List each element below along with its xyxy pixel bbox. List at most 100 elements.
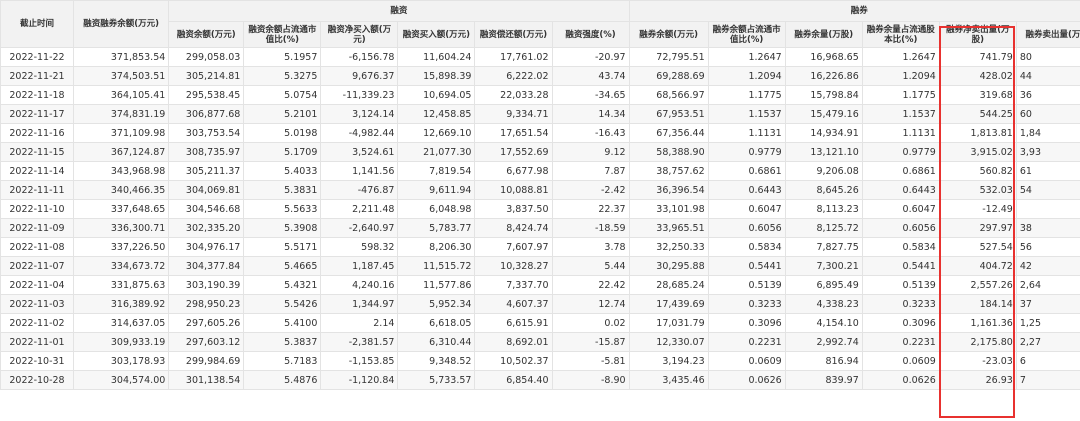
column-header-financing-repay[interactable]: 融资偿还额(万元) <box>474 21 553 48</box>
cell-financing-repay: 17,761.02 <box>474 47 553 67</box>
cell-financing-float-ratio: 5.3908 <box>243 218 322 238</box>
cell-financing-buy: 6,310.44 <box>397 332 476 352</box>
cell-financing-buy: 12,669.10 <box>397 123 476 143</box>
column-header-securities-balance[interactable]: 融券余额(万元) <box>628 21 709 48</box>
cell-financing-balance: 303,753.54 <box>168 123 245 143</box>
cell-securities-sell: 1,25 <box>1015 313 1080 333</box>
table-row[interactable]: 2022-11-15 367,124.87 308,735.97 5.1709 3,52… <box>0 142 1080 162</box>
column-header-financing-strength[interactable]: 融资强度(%) <box>551 21 630 48</box>
cell-securities-net-sell: 544.25 <box>938 104 1017 124</box>
cell-date: 2022-11-17 <box>0 104 74 124</box>
column-header-financing-float-ratio[interactable]: 融资余额占流通市值比(%) <box>243 21 322 48</box>
table-row[interactable]: 2022-11-01 309,933.19 297,603.12 5.3837 -2,3… <box>0 332 1080 352</box>
group-header-securities-lending: 融券 <box>628 0 1080 22</box>
cell-financing-strength: -20.97 <box>551 47 630 67</box>
cell-financing-strength: -16.43 <box>551 123 630 143</box>
cell-securities-quantity: 16,968.65 <box>784 47 863 67</box>
cell-securities-quantity: 8,113.23 <box>784 199 863 219</box>
cell-financing-net-buy: 2,211.48 <box>320 199 399 219</box>
cell-securities-balance: 36,396.54 <box>628 180 709 200</box>
cell-securities-balance: 67,356.44 <box>628 123 709 143</box>
cell-financing-repay: 10,502.37 <box>474 351 553 371</box>
table-row[interactable]: 2022-11-04 331,875.63 303,190.39 5.4321 4,24… <box>0 275 1080 295</box>
cell-securities-share-ratio: 0.2231 <box>861 332 940 352</box>
cell-financing-repay: 3,837.50 <box>474 199 553 219</box>
table-row[interactable]: 2022-10-31 303,178.93 299,984.69 5.7183 -1,1… <box>0 351 1080 371</box>
cell-total-balance: 316,389.92 <box>72 294 170 314</box>
cell-financing-strength: -15.87 <box>551 332 630 352</box>
table-row[interactable]: 2022-11-09 336,300.71 302,335.20 5.3908 -2,6… <box>0 218 1080 238</box>
column-header-total-balance[interactable]: 融资融券余额(万元) <box>72 0 170 48</box>
column-header-securities-float-ratio[interactable]: 融券余额占流通市值比(%) <box>707 21 786 48</box>
table-row[interactable]: 2022-11-17 374,831.19 306,877.68 5.2101 3,12… <box>0 104 1080 124</box>
table-row[interactable]: 2022-11-10 337,648.65 304,546.68 5.5633 2,21… <box>0 199 1080 219</box>
cell-financing-net-buy: -6,156.78 <box>320 47 399 67</box>
cell-securities-float-ratio: 1.1775 <box>707 85 786 105</box>
cell-financing-buy: 11,515.72 <box>397 256 476 276</box>
column-header-securities-quantity[interactable]: 融券余量(万股) <box>784 21 863 48</box>
column-header-securities-share-ratio[interactable]: 融券余量占流通股本比(%) <box>861 21 940 48</box>
cell-financing-balance: 304,976.17 <box>168 237 245 257</box>
column-header-financing-balance[interactable]: 融资余额(万元) <box>168 21 245 48</box>
cell-financing-strength: 0.02 <box>551 313 630 333</box>
cell-financing-net-buy: 2.14 <box>320 313 399 333</box>
cell-securities-quantity: 6,895.49 <box>784 275 863 295</box>
cell-securities-share-ratio: 0.0626 <box>861 370 940 390</box>
cell-date: 2022-11-22 <box>0 47 74 67</box>
table-row[interactable]: 2022-10-28 304,574.00 301,138.54 5.4876 -1,1… <box>0 370 1080 390</box>
cell-securities-sell: 42 <box>1015 256 1080 276</box>
cell-securities-balance: 33,965.51 <box>628 218 709 238</box>
cell-date: 2022-11-07 <box>0 256 74 276</box>
cell-securities-float-ratio: 0.2231 <box>707 332 786 352</box>
cell-securities-sell: 2,27 <box>1015 332 1080 352</box>
table-row[interactable]: 2022-11-22 371,853.54 299,058.03 5.1957 -6,1… <box>0 47 1080 67</box>
column-header-securities-net-sell[interactable]: 融券净卖出量(万股) <box>938 21 1017 48</box>
cell-financing-float-ratio: 5.5633 <box>243 199 322 219</box>
cell-financing-float-ratio: 5.4321 <box>243 275 322 295</box>
cell-securities-sell: 56 <box>1015 237 1080 257</box>
table-row[interactable]: 2022-11-11 340,466.35 304,069.81 5.3831 -476… <box>0 180 1080 200</box>
table-row[interactable]: 2022-11-07 334,673.72 304,377.84 5.4665 1,18… <box>0 256 1080 276</box>
column-header-securities-sell[interactable]: 融券卖出量(万 <box>1015 21 1080 48</box>
cell-financing-float-ratio: 5.4876 <box>243 370 322 390</box>
table-row[interactable]: 2022-11-08 337,226.50 304,976.17 5.5171 598.… <box>0 237 1080 257</box>
cell-securities-balance: 72,795.51 <box>628 47 709 67</box>
cell-securities-balance: 58,388.90 <box>628 142 709 162</box>
column-header-financing-buy[interactable]: 融资买入额(万元) <box>397 21 476 48</box>
cell-securities-share-ratio: 0.3233 <box>861 294 940 314</box>
cell-financing-strength: 14.34 <box>551 104 630 124</box>
cell-financing-repay: 7,607.97 <box>474 237 553 257</box>
cell-securities-float-ratio: 1.2094 <box>707 66 786 86</box>
cell-securities-quantity: 15,479.16 <box>784 104 863 124</box>
cell-securities-sell: 61 <box>1015 161 1080 181</box>
table-body: 2022-11-22 371,853.54 299,058.03 5.1957 -6,1… <box>0 47 1080 390</box>
cell-total-balance: 331,875.63 <box>72 275 170 295</box>
table-row[interactable]: 2022-11-21 374,503.51 305,214.81 5.3275 9,67… <box>0 66 1080 86</box>
margin-trading-table: 截止时间 融资融券余额(万元) 融资 融券 融资余额(万元) 融资余额占流通市值… <box>0 0 1080 390</box>
cell-financing-float-ratio: 5.7183 <box>243 351 322 371</box>
cell-securities-balance: 28,685.24 <box>628 275 709 295</box>
table-row[interactable]: 2022-11-18 364,105.41 295,538.45 5.0754 -11,… <box>0 85 1080 105</box>
cell-total-balance: 374,831.19 <box>72 104 170 124</box>
cell-securities-share-ratio: 0.9779 <box>861 142 940 162</box>
cell-financing-strength: -2.42 <box>551 180 630 200</box>
cell-total-balance: 309,933.19 <box>72 332 170 352</box>
cell-financing-balance: 301,138.54 <box>168 370 245 390</box>
table-row[interactable]: 2022-11-16 371,109.98 303,753.54 5.0198 -4,9… <box>0 123 1080 143</box>
cell-securities-balance: 3,194.23 <box>628 351 709 371</box>
cell-securities-quantity: 9,206.08 <box>784 161 863 181</box>
cell-financing-net-buy: -4,982.44 <box>320 123 399 143</box>
table-row[interactable]: 2022-11-14 343,968.98 305,211.37 5.4033 1,14… <box>0 161 1080 181</box>
cell-securities-balance: 33,101.98 <box>628 199 709 219</box>
table-row[interactable]: 2022-11-03 316,389.92 298,950.23 5.5426 1,34… <box>0 294 1080 314</box>
table-row[interactable]: 2022-11-02 314,637.05 297,605.26 5.4100 2.14… <box>0 313 1080 333</box>
cell-financing-repay: 6,222.02 <box>474 66 553 86</box>
cell-total-balance: 364,105.41 <box>72 85 170 105</box>
column-header-date[interactable]: 截止时间 <box>0 0 74 48</box>
cell-securities-sell: 1,84 <box>1015 123 1080 143</box>
cell-securities-net-sell: 2,175.80 <box>938 332 1017 352</box>
cell-financing-buy: 9,348.52 <box>397 351 476 371</box>
cell-financing-buy: 15,898.39 <box>397 66 476 86</box>
cell-date: 2022-11-14 <box>0 161 74 181</box>
column-header-financing-net-buy[interactable]: 融资净买入额(万元) <box>320 21 399 48</box>
